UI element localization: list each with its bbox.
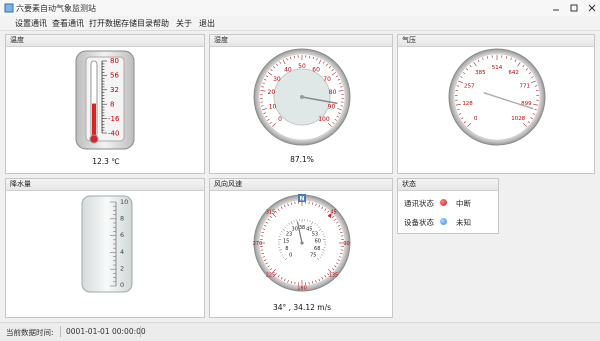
thermometer-gauge: 80 56 32 8 -16 -40	[72, 49, 140, 153]
wind-dir-tick-label: 135	[329, 272, 339, 278]
wind-dir-tick-label: 270	[253, 241, 263, 247]
comm-status-value: 中断	[456, 198, 471, 209]
menu-about[interactable]: 关于	[176, 18, 192, 29]
comm-status-label: 通讯状态	[404, 198, 434, 209]
status-panel: 状态 通讯状态 中断 设备状态 未知	[397, 178, 499, 234]
minimize-icon	[552, 4, 560, 12]
rain-tick-10: 10	[120, 198, 128, 206]
north-label: N	[299, 196, 304, 203]
wind-speed-tick-label: 30	[292, 227, 298, 233]
wind-speed-tick-label: 0	[289, 252, 292, 258]
divider	[140, 326, 141, 337]
wind-dir-tick-label: 90	[343, 241, 349, 247]
tick-label-32: 32	[110, 86, 119, 94]
humidity-tick-label: 30	[273, 76, 281, 83]
tick-label-8: 8	[110, 101, 114, 109]
data-time-label: 当前数据时间:	[6, 327, 54, 338]
humidity-tick-label: 100	[318, 116, 330, 123]
rain-tick-6: 6	[120, 231, 124, 239]
device-status-value: 未知	[456, 217, 471, 228]
wind-dir-tick-label: 315	[266, 210, 276, 216]
window-title: 六要素自动气象监测站	[16, 3, 96, 14]
device-status-indicator	[440, 218, 447, 225]
tick-label-80: 80	[110, 57, 119, 65]
menu-open-data-dir[interactable]: 打开数据存储目录	[89, 18, 153, 29]
pressure-tick-label: 385	[475, 70, 486, 76]
title-bar: 六要素自动气象监测站	[0, 0, 600, 16]
menu-help[interactable]: 帮助	[153, 18, 169, 29]
rainfall-panel: 降水量 10 8 6 4 2 0	[5, 178, 205, 318]
wind-speed-tick-label: 8	[285, 246, 288, 252]
humidity-gauge: 010 20 3040 50 6070 80 90 100	[252, 47, 352, 147]
wind-dir-tick-label: 225	[266, 272, 276, 278]
panel-title: 风向风速	[210, 179, 392, 191]
pressure-tick-label: 514	[492, 65, 503, 71]
panel-title: 湿度	[210, 35, 392, 47]
wind-speed-tick-label: 15	[283, 238, 289, 244]
app-icon	[4, 3, 14, 13]
pressure-panel: 气压 01282573855146427718991028	[397, 34, 595, 174]
wind-speed-tick-label: 75	[310, 252, 316, 258]
menu-set-comm[interactable]: 设置通讯	[15, 18, 47, 29]
close-icon	[588, 4, 596, 12]
humidity-value: 87.1%	[252, 155, 352, 164]
maximize-button[interactable]	[566, 2, 582, 14]
humidity-panel: 湿度 010 20 3040 50 6070 80 90 100 87.1%	[209, 34, 393, 174]
tick-label-56: 56	[110, 72, 119, 80]
rain-tick-8: 8	[120, 215, 124, 223]
pressure-tick-label: 642	[508, 70, 519, 76]
divider	[60, 326, 61, 337]
humidity-tick-label: 40	[284, 66, 292, 73]
panel-title: 状态	[398, 179, 498, 191]
wind-gauge: 4590135180225270315N08152330384553606875	[252, 193, 352, 293]
status-bar: 当前数据时间: 0001-01-01 00:00:00	[0, 322, 600, 341]
maximize-icon	[570, 4, 578, 12]
pressure-tick-label: 1028	[511, 116, 525, 122]
humidity-tick-label: 70	[323, 76, 331, 83]
humidity-tick-label: 80	[329, 89, 337, 96]
rain-tick-2: 2	[120, 264, 124, 272]
tick-label-minus16: -16	[108, 115, 120, 123]
humidity-tick-label: 0	[278, 116, 282, 123]
panel-title: 温度	[6, 35, 204, 47]
menu-view-comm[interactable]: 查看通讯	[52, 18, 84, 29]
pressure-tick-label: 771	[519, 84, 530, 90]
rain-tick-0: 0	[120, 281, 124, 289]
wind-speed-tick-label: 60	[315, 238, 321, 244]
rain-gauge: 10 8 6 4 2 0	[80, 194, 136, 294]
humidity-tick-label: 20	[268, 89, 276, 96]
comm-status-indicator	[440, 199, 447, 206]
humidity-tick-label: 90	[328, 104, 336, 111]
rain-tick-4: 4	[120, 248, 124, 256]
temperature-value: 12.3 ℃	[56, 157, 156, 166]
humidity-tick-label: 50	[298, 63, 306, 70]
temperature-panel: 温度 80 56 32 8 -16 -40 12.3 ℃	[5, 34, 205, 174]
menu-exit[interactable]: 退出	[199, 18, 215, 29]
wind-panel: 风向风速 4590135180225270315N081523303845536…	[209, 178, 393, 318]
data-time-value: 0001-01-01 00:00:00	[66, 327, 146, 336]
device-status-label: 设备状态	[404, 217, 434, 228]
panel-title: 气压	[398, 35, 594, 47]
panel-title: 降水量	[6, 179, 204, 191]
close-button[interactable]	[584, 2, 600, 14]
menu-bar: 设置通讯 查看通讯 打开数据存储目录 帮助 关于 退出	[0, 16, 600, 31]
pressure-tick-label: 128	[462, 101, 473, 107]
wind-speed-tick-label: 68	[314, 246, 320, 252]
pressure-tick-label: 0	[474, 116, 478, 122]
wind-speed-tick-label: 53	[312, 232, 318, 238]
humidity-tick-label: 60	[312, 66, 320, 73]
tick-label-minus40: -40	[108, 130, 119, 138]
humidity-tick-label: 10	[269, 104, 277, 111]
minimize-button[interactable]	[548, 2, 564, 14]
wind-value: 34° , 34.12 m/s	[232, 303, 372, 312]
wind-dir-tick-label: 180	[297, 286, 307, 292]
pressure-tick-label: 257	[464, 84, 475, 90]
pressure-gauge: 01282573855146427718991028	[447, 47, 547, 147]
